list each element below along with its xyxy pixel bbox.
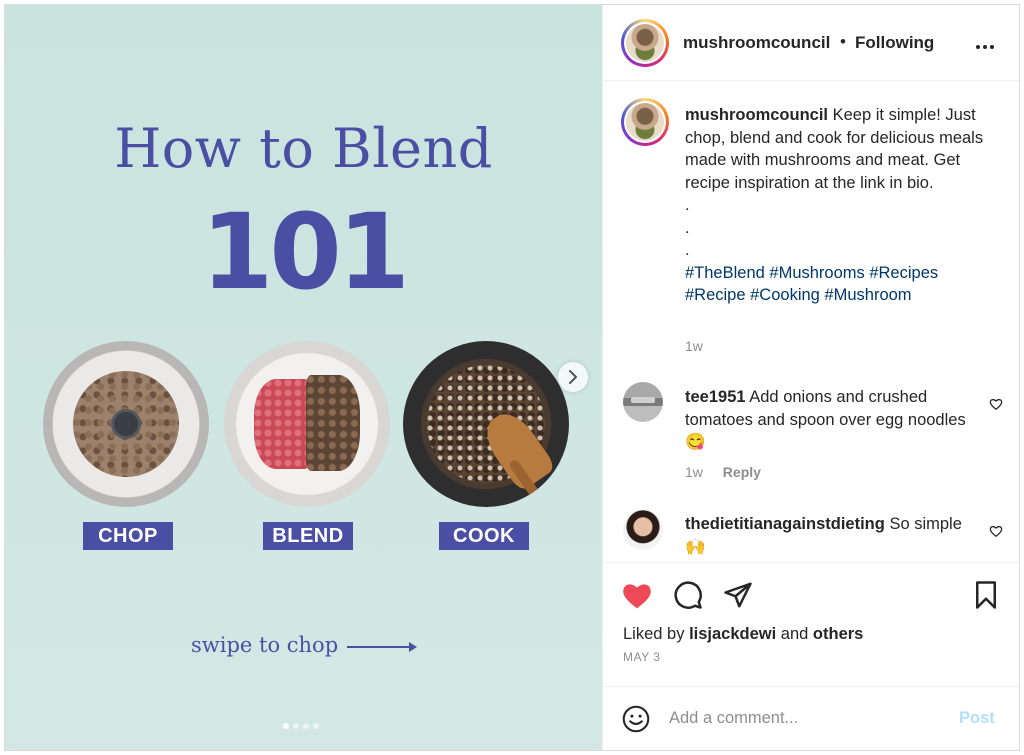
post-sidebar: mushroomcouncil • Following mushroomcoun… [602, 5, 1019, 750]
post-header: mushroomcouncil • Following [603, 5, 1019, 81]
comment-meta: 1w Reply [685, 464, 761, 480]
chop-photo [43, 341, 209, 507]
liked-by-others[interactable]: others [813, 625, 863, 643]
add-comment-input[interactable] [669, 705, 939, 731]
step-label-blend: BLEND [263, 522, 353, 550]
carousel-dot [313, 723, 319, 729]
share-icon[interactable] [723, 580, 753, 610]
carousel-indicator [283, 723, 319, 729]
step-label-chop: CHOP [83, 522, 173, 550]
comment-time: 1w [685, 464, 703, 480]
post-caption: mushroomcouncil Keep it simple! Just cho… [685, 104, 985, 307]
post-date: MAY 3 [623, 650, 661, 664]
heart-filled-icon[interactable] [621, 580, 653, 610]
header-separator: • [840, 32, 846, 51]
caption-dot: . [685, 196, 690, 214]
arrow-right-icon [347, 642, 417, 652]
carousel-dot [303, 723, 309, 729]
post-comment-button[interactable]: Post [959, 709, 995, 728]
reply-button[interactable]: Reply [723, 464, 761, 480]
author-avatar[interactable] [621, 19, 669, 67]
caption-username[interactable]: mushroomcouncil [685, 106, 828, 124]
post-image[interactable]: How to Blend 101 CHOP BLEND COOK swipe t… [5, 5, 602, 750]
caption-hashtags[interactable]: #TheBlend #Mushrooms #Recipes #Recipe #C… [685, 264, 938, 305]
comment: thedietitianagainstdieting So simple 🙌 [685, 513, 975, 558]
step-label-cook: COOK [439, 522, 529, 550]
swipe-hint: swipe to chop [191, 633, 339, 657]
carousel-next-button[interactable] [558, 362, 588, 392]
commenter-avatar[interactable] [623, 382, 663, 422]
cook-photo [403, 341, 569, 507]
commenter-avatar[interactable] [623, 510, 663, 550]
like-comment-heart-icon[interactable] [989, 524, 1003, 538]
caption-dot: . [685, 218, 690, 237]
comment-username[interactable]: tee1951 [685, 388, 746, 406]
image-title-number: 101 [200, 191, 410, 313]
liked-by-user[interactable]: lisjackdewi [689, 625, 776, 643]
post-window: How to Blend 101 CHOP BLEND COOK swipe t… [4, 4, 1020, 751]
bookmark-icon[interactable] [973, 580, 999, 610]
author-username[interactable]: mushroomcouncil [683, 33, 830, 53]
carousel-dot [293, 723, 299, 729]
caption-time: 1w [685, 338, 703, 354]
more-horizontal-icon[interactable] [973, 35, 997, 59]
liked-and-label: and [780, 625, 809, 643]
comment: tee1951 Add onions and crushed tomatoes … [685, 386, 975, 454]
comment-icon[interactable] [673, 580, 703, 610]
comments-list[interactable]: mushroomcouncil Keep it simple! Just cho… [603, 82, 1019, 562]
caption-dot: . [685, 241, 690, 259]
carousel-dot-active [283, 723, 289, 729]
caption-avatar[interactable] [621, 98, 669, 146]
liked-by-label: Liked by [623, 625, 685, 643]
comment-username[interactable]: thedietitianagainstdieting [685, 515, 885, 533]
add-comment-bar: Post [603, 687, 1019, 750]
chevron-right-icon [569, 370, 577, 384]
following-button[interactable]: Following [855, 33, 934, 53]
likes-summary: Liked by lisjackdewi and others [623, 625, 863, 644]
like-comment-heart-icon[interactable] [989, 397, 1003, 411]
image-title: How to Blend [114, 117, 493, 180]
emoji-icon[interactable] [622, 705, 650, 733]
post-actions: Liked by lisjackdewi and others MAY 3 [603, 562, 1019, 687]
blend-photo [224, 341, 390, 507]
